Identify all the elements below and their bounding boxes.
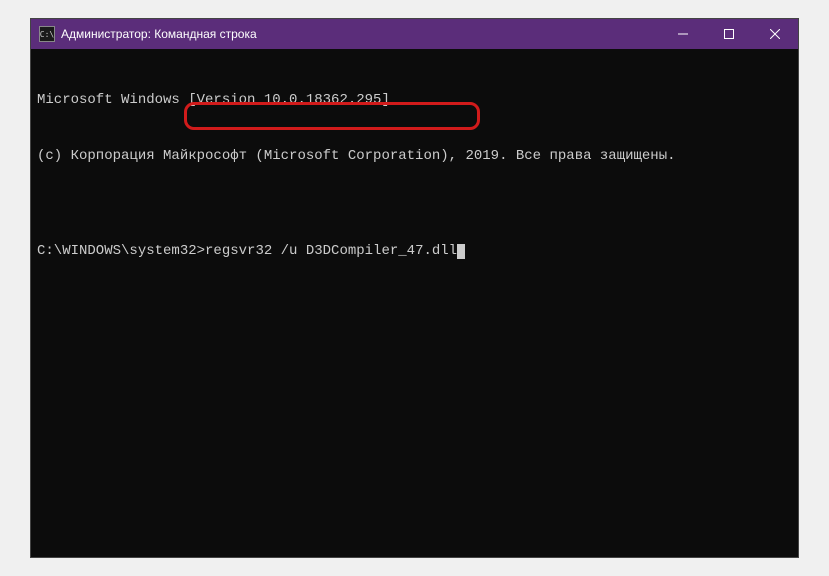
copyright-line: (c) Корпорация Майкрософт (Microsoft Cor… bbox=[37, 147, 792, 166]
titlebar-left: C:\ Администратор: Командная строка bbox=[31, 26, 257, 42]
window-title: Администратор: Командная строка bbox=[61, 27, 257, 41]
command-text: regsvr32 /u D3DCompiler_47.dll bbox=[205, 243, 457, 259]
minimize-icon bbox=[678, 29, 688, 39]
minimize-button[interactable] bbox=[660, 19, 706, 49]
titlebar[interactable]: C:\ Администратор: Командная строка bbox=[31, 19, 798, 49]
prompt-line: C:\WINDOWS\system32>regsvr32 /u D3DCompi… bbox=[37, 242, 792, 261]
version-line: Microsoft Windows [Version 10.0.18362.29… bbox=[37, 91, 792, 110]
terminal-output[interactable]: Microsoft Windows [Version 10.0.18362.29… bbox=[31, 49, 798, 557]
close-icon bbox=[770, 29, 780, 39]
app-icon: C:\ bbox=[39, 26, 55, 42]
maximize-button[interactable] bbox=[706, 19, 752, 49]
close-button[interactable] bbox=[752, 19, 798, 49]
maximize-icon bbox=[724, 29, 734, 39]
command-prompt-window: C:\ Администратор: Командная строка bbox=[30, 18, 799, 558]
window-controls bbox=[660, 19, 798, 49]
prompt: C:\WINDOWS\system32> bbox=[37, 243, 205, 259]
cursor bbox=[457, 244, 465, 259]
